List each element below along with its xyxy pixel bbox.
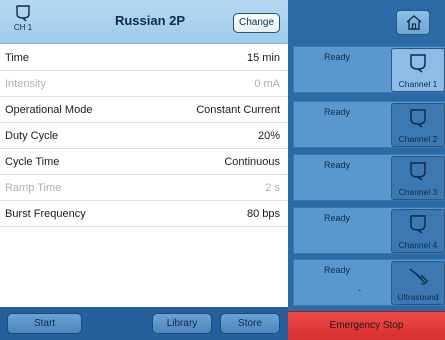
- channel-1-button[interactable]: Channel 1: [391, 48, 445, 92]
- param-value: Continuous: [224, 156, 280, 168]
- param-label: Intensity: [5, 78, 46, 90]
- param-row-intensity: Intensity 0 mA: [0, 71, 288, 97]
- emergency-stop-button[interactable]: Emergency Stop: [288, 311, 445, 340]
- channel-name: Channel 1: [398, 79, 438, 89]
- param-label: Operational Mode: [5, 104, 93, 116]
- channel-4-button[interactable]: Channel 4: [391, 209, 445, 253]
- param-row-time[interactable]: Time 15 min: [0, 45, 288, 71]
- electrode-icon: [410, 54, 426, 73]
- channel-card-ultrasound: Ready - Ultrasound: [293, 259, 445, 306]
- ultrasound-icon: [409, 268, 428, 285]
- program-panel: CH 1 Russian 2P Change Time 15 min Inten…: [0, 0, 288, 340]
- library-button[interactable]: Library: [152, 313, 212, 334]
- electrode-icon: [410, 162, 426, 181]
- store-button[interactable]: Store: [220, 313, 280, 334]
- channel-status: Ready: [324, 160, 351, 170]
- channel-name: Channel 3: [398, 187, 438, 197]
- channel-card-3: Ready Channel 3: [293, 154, 445, 201]
- channel-indicator: CH 1: [8, 4, 38, 40]
- param-row-burst-frequency[interactable]: Burst Frequency 80 bps: [0, 201, 288, 227]
- param-value: 20%: [257, 130, 280, 142]
- electrode-icon: [410, 215, 426, 234]
- channel-indicator-label: CH 1: [13, 23, 33, 32]
- param-row-duty-cycle[interactable]: Duty Cycle 20%: [0, 123, 288, 149]
- channel-status: Ready: [324, 213, 351, 223]
- channel-3-button[interactable]: Channel 3: [391, 156, 445, 200]
- ultrasound-button[interactable]: Ultrasound: [391, 261, 445, 305]
- electrode-icon: [16, 5, 30, 22]
- program-footer: Start Library Store: [0, 307, 288, 340]
- channel-card-4: Ready Channel 4: [293, 207, 445, 254]
- param-value: Constant Current: [196, 104, 280, 116]
- start-button[interactable]: Start: [7, 313, 82, 334]
- channel-status: Ready: [324, 52, 351, 62]
- param-value: 15 min: [246, 52, 280, 64]
- param-row-ramp-time: Ramp Time 2 s: [0, 175, 288, 201]
- channel-card-1: Ready Channel 1: [293, 46, 445, 93]
- param-label: Duty Cycle: [5, 130, 59, 142]
- channel-card-2: Ready Channel 2: [293, 101, 445, 148]
- param-value: 0 mA: [254, 78, 280, 90]
- program-title: Russian 2P: [114, 13, 186, 28]
- change-program-button[interactable]: Change: [233, 13, 280, 33]
- param-label: Cycle Time: [5, 156, 60, 168]
- program-header: CH 1 Russian 2P Change: [0, 0, 288, 44]
- channel-name: Channel 4: [398, 240, 438, 250]
- channel-panel: Ready Channel 1 Ready Channel 2 Ready Ch…: [288, 0, 445, 340]
- electrode-icon: [410, 109, 426, 128]
- channel-2-button[interactable]: Channel 2: [391, 103, 445, 147]
- param-row-operational-mode[interactable]: Operational Mode Constant Current: [0, 97, 288, 123]
- param-label: Time: [5, 52, 30, 64]
- channel-extra: -: [358, 285, 361, 295]
- param-label: Ramp Time: [5, 182, 62, 194]
- channel-name: Ultrasound: [397, 292, 439, 302]
- channel-status: Ready: [324, 265, 351, 275]
- channel-status: Ready: [324, 107, 351, 117]
- home-icon: [406, 15, 422, 30]
- home-button[interactable]: [396, 10, 430, 35]
- channel-name: Channel 2: [398, 134, 438, 144]
- param-row-cycle-time[interactable]: Cycle Time Continuous: [0, 149, 288, 175]
- param-label: Burst Frequency: [5, 208, 86, 220]
- param-value: 80 bps: [246, 208, 280, 220]
- param-value: 2 s: [265, 182, 280, 194]
